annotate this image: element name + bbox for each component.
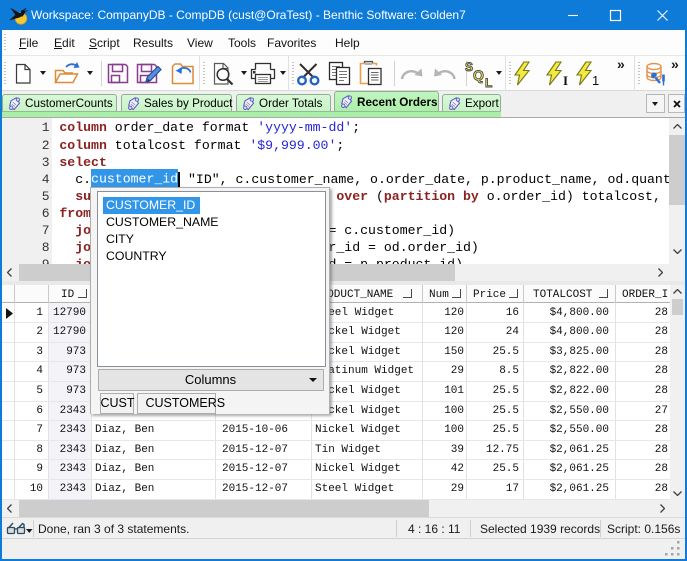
svg-text:L: L (485, 76, 492, 90)
svg-text:»: » (617, 56, 625, 72)
svg-text:S: S (465, 60, 473, 74)
svg-text:1: 1 (592, 73, 599, 88)
svg-text:I: I (563, 73, 568, 88)
svg-text:»: » (671, 56, 679, 72)
svg-text:Q: Q (473, 67, 484, 83)
